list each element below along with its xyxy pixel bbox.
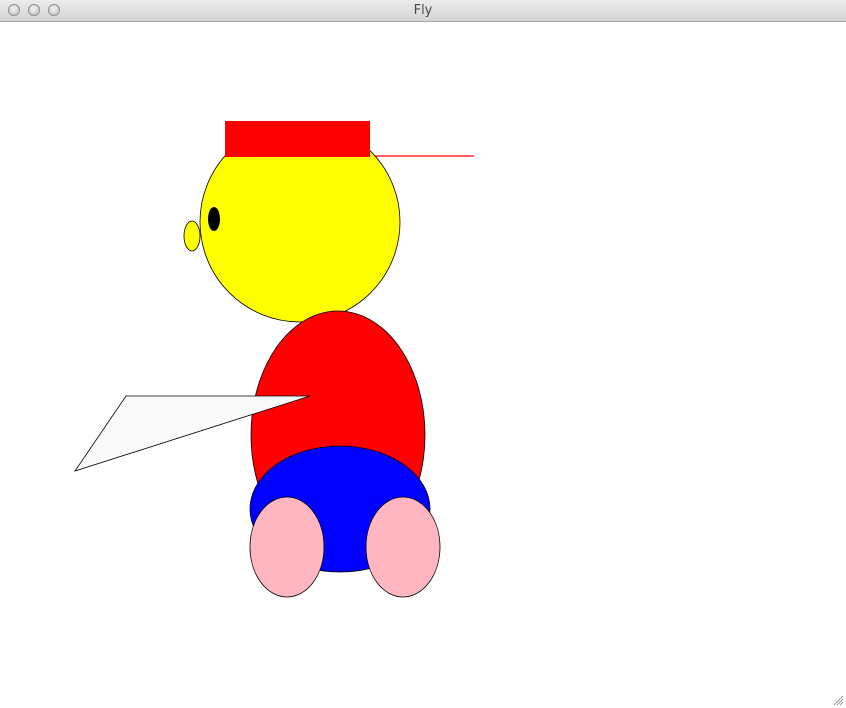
hat-band [225, 121, 370, 157]
eye [208, 207, 220, 231]
fly-drawing [74, 121, 474, 598]
drawing-canvas [0, 22, 846, 708]
right-foot [365, 496, 441, 598]
resize-grip-icon[interactable] [832, 694, 844, 706]
title-bar[interactable]: Fly [0, 0, 846, 22]
app-window: Fly [0, 0, 846, 708]
left-foot [249, 496, 325, 598]
ear [183, 220, 201, 252]
window-title: Fly [413, 3, 433, 18]
